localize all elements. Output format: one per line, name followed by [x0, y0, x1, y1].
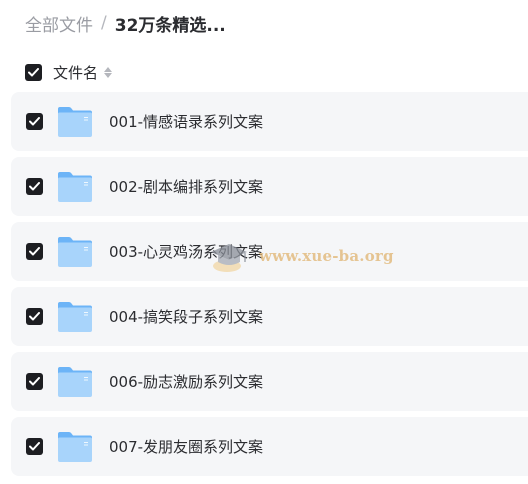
file-row[interactable]: 002-剧本编排系列文案 [11, 157, 528, 216]
checkmark-icon [29, 247, 40, 256]
file-name[interactable]: 007-发朋友圈系列文案 [109, 436, 263, 457]
breadcrumb-separator: / [101, 13, 107, 33]
file-name[interactable]: 006-励志激励系列文案 [109, 371, 263, 392]
file-row[interactable]: 003-心灵鸡汤系列文案 [11, 222, 528, 281]
file-row[interactable]: 001-情感语录系列文案 [11, 92, 528, 151]
select-all-checkbox[interactable] [25, 63, 42, 81]
folder-icon [58, 302, 92, 332]
sort-descending-icon [104, 72, 113, 78]
folder-icon [58, 172, 92, 202]
sort-icon[interactable] [104, 66, 113, 78]
file-checkbox[interactable] [26, 373, 43, 390]
folder-icon [58, 367, 92, 397]
checkmark-icon [29, 117, 40, 126]
sort-ascending-icon [104, 66, 113, 72]
filename-column-header[interactable]: 文件名 [53, 62, 98, 83]
file-checkbox[interactable] [26, 438, 43, 455]
file-row[interactable]: 004-搞笑段子系列文案 [11, 287, 528, 346]
file-name[interactable]: 003-心灵鸡汤系列文案 [109, 241, 263, 262]
file-name[interactable]: 004-搞笑段子系列文案 [109, 306, 263, 327]
file-checkbox[interactable] [26, 308, 43, 325]
folder-icon [58, 107, 92, 137]
breadcrumb-current-folder: 32万条精选... [114, 15, 226, 36]
breadcrumb-root-link[interactable]: 全部文件 [25, 11, 93, 36]
file-row[interactable]: 007-发朋友圈系列文案 [11, 417, 528, 476]
file-checkbox[interactable] [26, 243, 43, 260]
checkmark-icon [28, 67, 39, 76]
file-checkbox[interactable] [26, 113, 43, 130]
folder-icon [58, 237, 92, 267]
checkmark-icon [29, 182, 40, 191]
checkmark-icon [29, 312, 40, 321]
folder-icon [58, 432, 92, 462]
file-list: 001-情感语录系列文案 002-剧本编排系列文案 003-心灵鸡汤系列文案 004-… [11, 92, 528, 482]
file-name[interactable]: 002-剧本编排系列文案 [109, 176, 263, 197]
file-row[interactable]: 006-励志激励系列文案 [11, 352, 528, 411]
checkmark-icon [29, 442, 40, 451]
list-header: 文件名 [25, 61, 113, 83]
breadcrumb: 全部文件 / 32万条精选... [25, 10, 226, 36]
checkmark-icon [29, 377, 40, 386]
file-checkbox[interactable] [26, 178, 43, 195]
file-name[interactable]: 001-情感语录系列文案 [109, 111, 263, 132]
